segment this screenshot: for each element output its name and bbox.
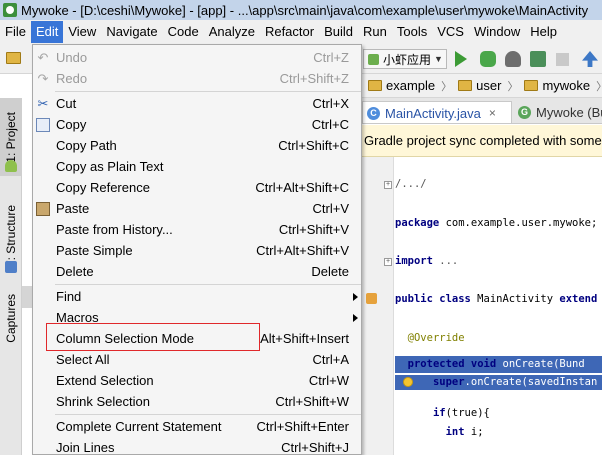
open-folder-icon[interactable] — [6, 52, 21, 64]
menu-tools[interactable]: Tools — [392, 21, 432, 43]
menu-item-copy-plain-text[interactable]: Copy as Plain Text — [33, 156, 361, 177]
menu-item-shrink-selection[interactable]: Shrink Selection Ctrl+Shift+W — [33, 391, 361, 412]
fold-marker-icon[interactable]: + — [384, 258, 392, 266]
coverage-icon[interactable] — [530, 51, 546, 67]
menu-item-extend-selection[interactable]: Extend Selection Ctrl+W — [33, 370, 361, 391]
tab-mywoke-build[interactable]: G Mywoke (Bun — [514, 101, 602, 123]
menu-separator — [55, 414, 361, 415]
menu-file[interactable]: File — [0, 21, 31, 43]
undo-icon: ↶ — [37, 49, 49, 65]
gradle-sync-notice: Gradle project sync completed with some — [362, 125, 602, 157]
submenu-arrow-icon — [353, 292, 358, 301]
chevron-right-icon: 〉 — [441, 80, 453, 93]
chevron-down-icon: ▼ — [434, 54, 443, 64]
menu-item-delete[interactable]: Delete Delete — [33, 261, 361, 282]
breadcrumb-user[interactable]: user 〉 — [452, 78, 518, 94]
left-tool-strip: 1: Project 7: Structure Captures — [0, 98, 22, 455]
code-editor[interactable]: + /.../ package com.example.user.mywoke;… — [362, 157, 602, 455]
menu-view[interactable]: View — [63, 21, 101, 43]
selected-line: super.onCreate(savedInstan — [395, 375, 602, 390]
highlight-annotation — [46, 323, 260, 351]
menu-build[interactable]: Build — [319, 21, 358, 43]
menu-window[interactable]: Window — [469, 21, 525, 43]
class-icon: C — [367, 106, 380, 120]
editor-tab-bar: C MainActivity.java × G Mywoke (Bun — [362, 98, 602, 124]
menu-item-copy-path[interactable]: Copy Path Ctrl+Shift+C — [33, 135, 361, 156]
menu-item-redo[interactable]: ↷ Redo Ctrl+Shift+Z — [33, 68, 361, 89]
menu-bar: File Edit View Navigate Code Analyze Ref… — [0, 20, 602, 44]
gradle-sync-message: Gradle project sync completed with some — [364, 133, 602, 148]
edit-menu-dropdown: ↶ Undo Ctrl+Z ↷ Redo Ctrl+Shift+Z ✂ Cut … — [32, 44, 362, 455]
breadcrumb: example 〉 user 〉 mywoke 〉 C — [362, 74, 602, 98]
run-marker-icon[interactable] — [366, 293, 377, 304]
menu-refactor[interactable]: Refactor — [260, 21, 319, 43]
menu-item-find[interactable]: Find — [33, 286, 361, 307]
menu-item-join-lines[interactable]: Join Lines Ctrl+Shift+J — [33, 437, 361, 455]
breadcrumb-example[interactable]: example 〉 — [362, 78, 452, 94]
menu-item-cut[interactable]: ✂ Cut Ctrl+X — [33, 93, 361, 114]
menu-separator — [55, 284, 361, 285]
menu-edit[interactable]: Edit — [30, 21, 64, 43]
code-line-int: int i; — [445, 426, 484, 438]
menu-item-paste[interactable]: Paste Ctrl+V — [33, 198, 361, 219]
copy-icon — [36, 117, 50, 132]
menu-run[interactable]: Run — [358, 21, 392, 43]
editor-gutter — [362, 157, 394, 455]
menu-item-paste-simple[interactable]: Paste Simple Ctrl+Alt+Shift+V — [33, 240, 361, 261]
menu-item-paste-from-history[interactable]: Paste from History... Ctrl+Shift+V — [33, 219, 361, 240]
menu-item-copy[interactable]: Copy Ctrl+C — [33, 114, 361, 135]
menu-analyze[interactable]: Analyze — [204, 21, 260, 43]
lightbulb-icon[interactable] — [403, 377, 413, 387]
cut-icon: ✂ — [37, 95, 49, 111]
code-line-package: package com.example.user.mywoke; — [395, 217, 598, 229]
folder-icon — [368, 80, 382, 91]
code-line-if: if(true){ — [432, 407, 490, 419]
menu-code[interactable]: Code — [163, 21, 204, 43]
android-module-icon — [368, 53, 379, 65]
menu-vcs[interactable]: VCS — [432, 21, 469, 43]
selected-line: protected void onCreate(Bund — [395, 356, 602, 373]
menu-item-undo[interactable]: ↶ Undo Ctrl+Z — [33, 47, 361, 68]
code-line-fold: /.../ — [395, 178, 427, 190]
breadcrumb-mywoke[interactable]: mywoke 〉 — [518, 78, 602, 94]
stop-icon[interactable] — [556, 53, 569, 66]
profile-icon[interactable] — [505, 51, 521, 67]
redo-icon: ↷ — [37, 70, 49, 86]
chevron-right-icon: 〉 — [507, 80, 519, 93]
run-configuration-select[interactable]: 小虾应用 ▼ — [363, 49, 447, 69]
window-title: Mywoke - [D:\ceshi\Mywoke] - [app] - ...… — [21, 2, 589, 18]
run-configuration-label: 小虾应用 — [383, 52, 432, 67]
android-icon — [5, 160, 17, 172]
folder-icon — [458, 80, 473, 91]
menu-help[interactable]: Help — [525, 21, 562, 43]
tab-mainactivity[interactable]: C MainActivity.java × — [362, 101, 512, 123]
menu-item-complete-current-statement[interactable]: Complete Current Statement Ctrl+Shift+En… — [33, 416, 361, 437]
title-bar: Mywoke - [D:\ceshi\Mywoke] - [app] - ...… — [0, 0, 602, 20]
folder-icon — [524, 80, 539, 91]
paste-icon — [36, 201, 50, 216]
chevron-right-icon: 〉 — [596, 78, 602, 94]
code-line-import: import ... — [395, 255, 459, 267]
debug-icon[interactable] — [480, 51, 496, 67]
code-line-super: super.onCreate(savedInstan — [432, 376, 598, 388]
run-icon[interactable] — [455, 51, 467, 67]
menu-item-copy-reference[interactable]: Copy Reference Ctrl+Alt+Shift+C — [33, 177, 361, 198]
code-line-oncreate: protected void onCreate(Bund — [407, 358, 585, 370]
fold-marker-icon[interactable]: + — [384, 181, 392, 189]
close-icon[interactable]: × — [489, 106, 496, 120]
menu-item-select-all[interactable]: Select All Ctrl+A — [33, 349, 361, 370]
code-line-class: public class MainActivity extend — [395, 293, 598, 305]
code-line-override: @Override — [407, 332, 465, 344]
submenu-arrow-icon — [353, 313, 358, 322]
structure-icon — [5, 261, 17, 273]
android-studio-icon — [3, 3, 17, 17]
gradle-icon: G — [518, 106, 531, 119]
tab-captures[interactable]: Captures — [0, 288, 22, 348]
menu-navigate[interactable]: Navigate — [101, 21, 162, 43]
menu-separator — [55, 91, 361, 92]
